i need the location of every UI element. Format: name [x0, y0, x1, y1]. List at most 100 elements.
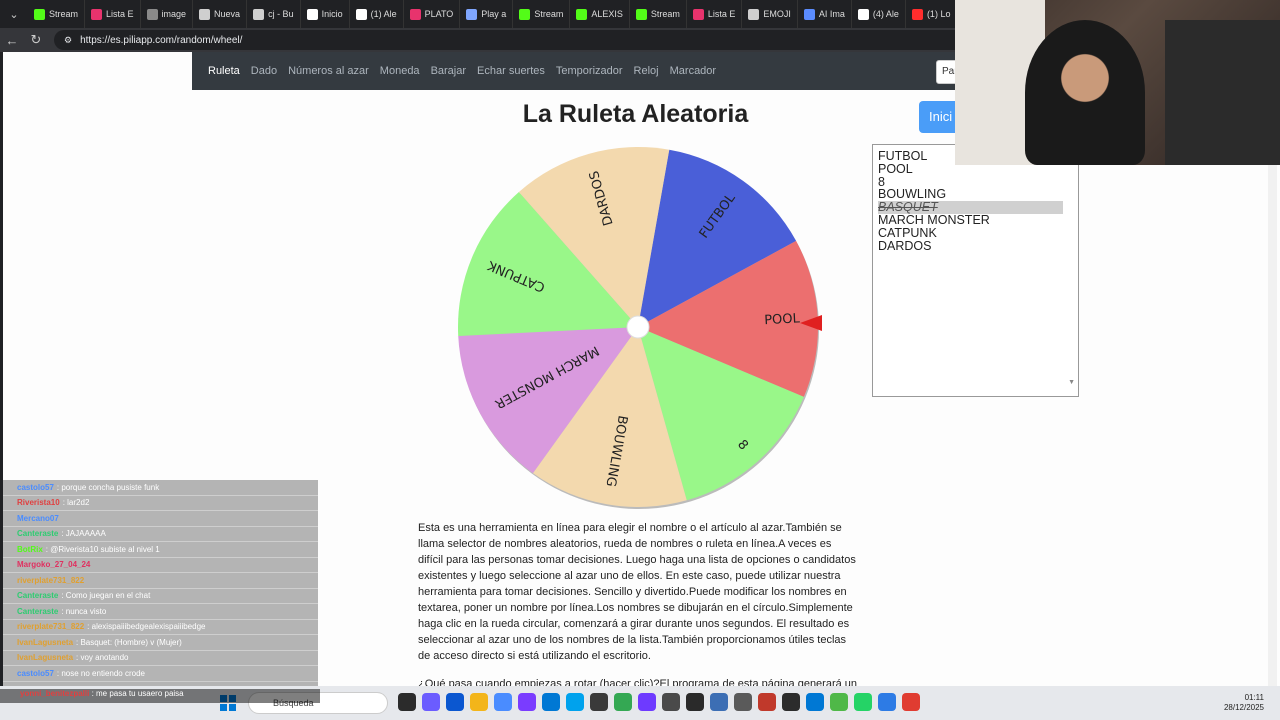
taskbar-app-icon[interactable]	[902, 693, 920, 711]
chat-popup-text: me pasa tu usaero paisa	[96, 689, 184, 698]
chat-username[interactable]: Mercano07	[17, 514, 59, 523]
chat-message: Canteraste: JAJAAAAA	[3, 527, 318, 542]
nav-link-barajar[interactable]: Barajar	[431, 65, 466, 77]
reload-icon[interactable]: ↻	[24, 32, 48, 48]
tab-label: PLATO	[424, 9, 454, 19]
taskbar-app-icon[interactable]	[686, 693, 704, 711]
nav-link-dado[interactable]: Dado	[251, 65, 277, 77]
browser-tab[interactable]: cj - Bu	[247, 0, 301, 28]
browser-tab[interactable]: ALEXIS	[570, 0, 630, 28]
url-field[interactable]: ⚙ https://es.piliapp.com/random/wheel/	[54, 30, 984, 50]
browser-tab[interactable]: Inicio	[301, 0, 350, 28]
scroll-down-icon[interactable]: ▼	[1068, 379, 1075, 386]
chat-username[interactable]: castolo57	[17, 483, 54, 492]
taskbar-app-icon[interactable]	[854, 693, 872, 711]
nav-link-temporizador[interactable]: Temporizador	[556, 65, 623, 77]
taskbar-app-icon[interactable]	[590, 693, 608, 711]
browser-tab[interactable]: EMOJI	[742, 0, 798, 28]
browser-tab[interactable]: Play a	[460, 0, 514, 28]
tab-label: (4) Ale	[872, 9, 899, 19]
browser-tab[interactable]: AI Ima	[798, 0, 852, 28]
taskbar-app-icon[interactable]	[614, 693, 632, 711]
browser-tab[interactable]: PLATO	[404, 0, 461, 28]
taskbar-app-icon[interactable]	[878, 693, 896, 711]
taskbar-app-icon[interactable]	[710, 693, 728, 711]
page-title: La Ruleta Aleatoria	[522, 100, 749, 128]
wheel-hub[interactable]	[626, 315, 650, 339]
tab-label: EMOJI	[763, 9, 791, 19]
chat-message: BotRix: @Riverista10 subiste al nivel 1	[3, 542, 318, 558]
back-arrow-icon[interactable]: ←	[0, 33, 24, 48]
chat-popup-message: yonni_benitezpalli : me pasa tu usaero p…	[0, 689, 320, 703]
chat-username[interactable]: Canteraste	[17, 607, 58, 616]
taskbar-app-icon[interactable]	[566, 693, 584, 711]
chat-message: castolo57: nose no entiendo crode	[3, 666, 318, 682]
browser-tab[interactable]: image	[141, 0, 194, 28]
chat-text: : Como juegan en el chat	[61, 591, 151, 601]
webcam-overlay	[955, 0, 1280, 165]
chat-username[interactable]: IvanLagusneta	[17, 638, 73, 647]
chat-username[interactable]: riverplate731_822	[17, 576, 84, 585]
nav-link-moneda[interactable]: Moneda	[380, 65, 420, 77]
browser-tab[interactable]: (4) Ale	[852, 0, 906, 28]
nav-link-echar-suertes[interactable]: Echar suertes	[477, 65, 545, 77]
taskbar-app-icon[interactable]	[662, 693, 680, 711]
chat-username[interactable]: Margoko_27_04_24	[17, 560, 90, 569]
taskbar-app-icon[interactable]	[542, 693, 560, 711]
chat-popup-user: yonni_benitezpalli	[20, 689, 90, 698]
browser-tab[interactable]: (1) Ale	[350, 0, 404, 28]
taskbar-app-icon[interactable]	[518, 693, 536, 711]
roulette-wheel[interactable]: FUTBOLPOOL8BOUWLINGMARCH MONSTERCATPUNKD…	[453, 142, 823, 512]
tab-label: AI Ima	[818, 9, 845, 19]
chat-message: Canteraste: Como juegan en el chat	[3, 589, 318, 604]
tab-label: (1) Ale	[370, 9, 397, 19]
browser-tab[interactable]: Stream	[28, 0, 86, 28]
description-paragraph-2: ¿Qué pasa cuando empiezas a rotar (hacer…	[418, 678, 858, 686]
chat-username[interactable]: castolo57	[17, 669, 54, 678]
site-info-icon[interactable]: ⚙	[64, 35, 72, 46]
taskbar-app-icon[interactable]	[806, 693, 824, 711]
browser-tab[interactable]: Lista E	[85, 0, 141, 28]
chat-username[interactable]: Canteraste	[17, 591, 58, 600]
taskbar-app-icon[interactable]	[638, 693, 656, 711]
taskbar-app-icon[interactable]	[782, 693, 800, 711]
taskbar-app-icon[interactable]	[830, 693, 848, 711]
nav-link-numeros[interactable]: Números al azar	[288, 65, 369, 77]
taskbar-app-icon[interactable]	[446, 693, 464, 711]
taskbar-app-icon[interactable]	[758, 693, 776, 711]
taskbar-app-icon[interactable]	[398, 693, 416, 711]
browser-tab[interactable]: Lista E	[687, 0, 743, 28]
tab-favicon-icon	[466, 8, 478, 20]
chat-username[interactable]: Riverista10	[17, 498, 60, 507]
nav-link-reloj[interactable]: Reloj	[634, 65, 659, 77]
taskbar-app-icon[interactable]	[470, 693, 488, 711]
chat-username[interactable]: IvanLagusneta	[17, 653, 73, 662]
taskbar-app-icon[interactable]	[494, 693, 512, 711]
tab-list-menu-icon[interactable]: ⌄	[0, 0, 28, 28]
webcam-chair	[1165, 20, 1280, 165]
tab-favicon-icon	[146, 8, 158, 20]
chat-text: : Basquet: (Hombre) v (Mujer)	[76, 637, 182, 647]
nav-link-ruleta[interactable]: Ruleta	[208, 65, 240, 77]
tab-favicon-icon	[34, 8, 45, 20]
taskbar-app-icon[interactable]	[422, 693, 440, 711]
tab-favicon-icon	[306, 8, 318, 20]
chat-message: Mercano07	[3, 511, 318, 527]
tab-label: Play a	[481, 9, 507, 19]
tab-favicon-icon	[857, 8, 869, 20]
system-clock[interactable]: 01:11 28/12/2025	[1224, 693, 1264, 713]
chat-message: Canteraste: nunca visto	[3, 604, 318, 620]
name-line: DARDOS	[878, 238, 932, 253]
nav-link-marcador[interactable]: Marcador	[670, 65, 716, 77]
names-textarea[interactable]: FUTBOL POOL 8 BOUWLING BASQUET MARCH MONSTER C…	[872, 144, 1079, 397]
browser-tab[interactable]: (1) Lo	[906, 0, 958, 28]
tab-label: cj - Bu	[268, 9, 294, 19]
chat-username[interactable]: riverplate731_822	[17, 622, 84, 631]
browser-tab[interactable]: Stream	[513, 0, 571, 28]
browser-tab[interactable]: Stream	[630, 0, 687, 28]
browser-tab[interactable]: Nueva	[193, 0, 248, 28]
chat-username[interactable]: Canteraste	[17, 529, 58, 538]
taskbar-app-icon[interactable]	[734, 693, 752, 711]
chat-username[interactable]: BotRix	[17, 545, 43, 554]
tab-favicon-icon	[519, 8, 531, 20]
